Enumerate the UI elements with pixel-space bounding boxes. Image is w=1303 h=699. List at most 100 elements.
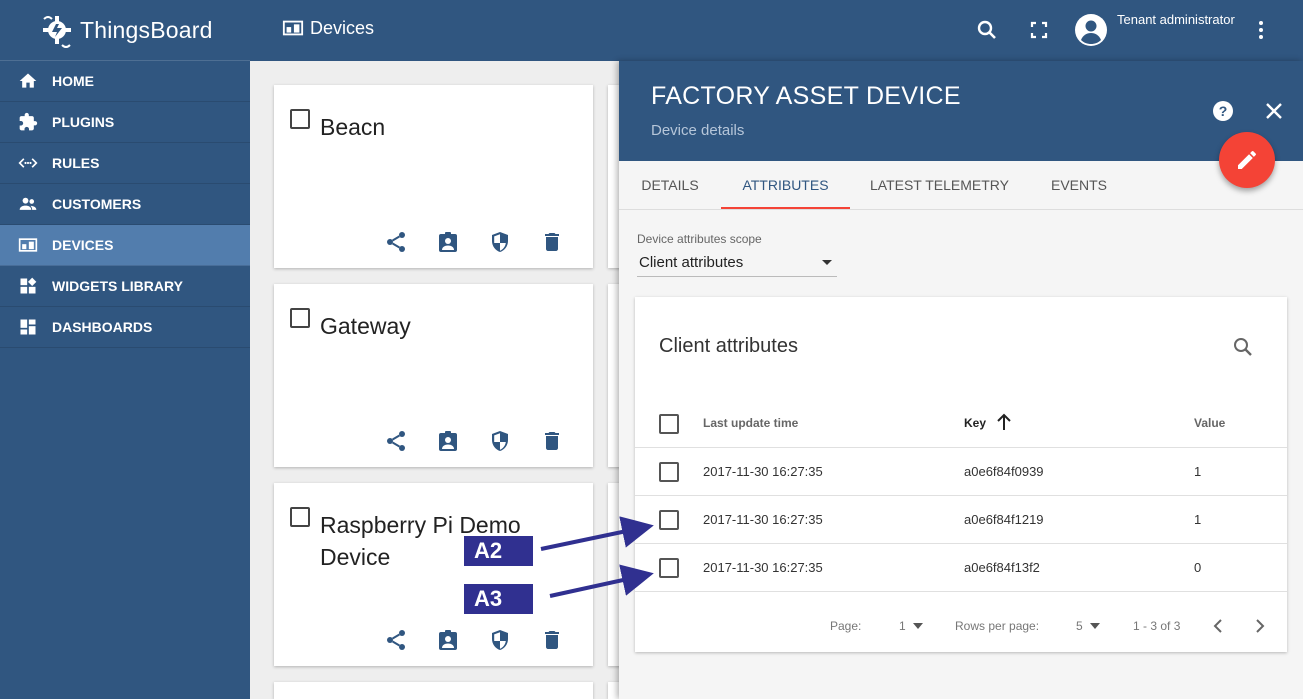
delete-icon[interactable]	[540, 628, 564, 652]
sidebar-item-customers[interactable]: CUSTOMERS	[0, 184, 250, 225]
thingsboard-logo-icon	[38, 11, 76, 49]
app-name: ThingsBoard	[80, 16, 213, 43]
card-checkbox[interactable]	[290, 308, 310, 328]
column-header-value[interactable]: Value	[1194, 416, 1225, 430]
select-all-checkbox[interactable]	[659, 414, 679, 434]
cell-key: a0e6f84f13f2	[964, 560, 1040, 575]
people-icon	[18, 194, 38, 214]
share-icon[interactable]	[384, 230, 408, 254]
scope-select-value: Client attributes	[639, 254, 744, 271]
device-name: Gateway	[320, 313, 411, 339]
sidebar-item-label: PLUGINS	[52, 114, 115, 130]
credentials-shield-icon[interactable]	[488, 628, 512, 652]
code-arrows-icon	[18, 153, 38, 173]
devices-icon	[18, 235, 38, 255]
more-vert-icon[interactable]	[1249, 18, 1273, 42]
attributes-table-card: Client attributes Last update time Key V…	[635, 297, 1287, 652]
home-icon	[18, 71, 38, 91]
panel-tabs: DETAILS ATTRIBUTES LATEST TELEMETRY EVEN…	[619, 161, 1303, 210]
device-card[interactable]: Raspberry Pi Demo Device	[274, 483, 593, 666]
device-details-panel: FACTORY ASSET DEVICE Device details ? DE…	[619, 61, 1303, 699]
card-actions	[384, 628, 592, 652]
assign-customer-icon[interactable]	[436, 230, 460, 254]
annotation-label-a3: A3	[464, 584, 533, 614]
share-icon[interactable]	[384, 429, 408, 453]
sidebar-item-home[interactable]: HOME	[0, 61, 250, 102]
cell-time: 2017-11-30 16:27:35	[703, 560, 823, 575]
device-card[interactable]: Beacn	[274, 85, 593, 268]
panel-subtitle: Device details	[651, 122, 745, 139]
sidebar-item-label: WIDGETS LIBRARY	[52, 278, 183, 294]
sidebar-item-label: DEVICES	[52, 237, 114, 253]
app-logo[interactable]: ThingsBoard	[0, 0, 250, 61]
cell-value: 0	[1194, 560, 1202, 575]
sidebar-item-dashboards[interactable]: DASHBOARDS	[0, 307, 250, 348]
dropdown-arrow-icon[interactable]	[913, 622, 923, 630]
share-icon[interactable]	[384, 628, 408, 652]
assign-customer-icon[interactable]	[436, 628, 460, 652]
table-row[interactable]: 2017-11-30 16:27:35 a0e6f84f0939 1	[635, 448, 1287, 496]
delete-icon[interactable]	[540, 230, 564, 254]
cell-time: 2017-11-30 16:27:35	[703, 464, 823, 479]
scope-label: Device attributes scope	[637, 232, 762, 246]
sidebar-item-widgets-library[interactable]: WIDGETS LIBRARY	[0, 266, 250, 307]
sidebar-item-rules[interactable]: RULES	[0, 143, 250, 184]
scope-select[interactable]: Client attributes	[637, 251, 837, 277]
sidebar-item-devices[interactable]: DEVICES	[0, 225, 250, 266]
page-label: Page:	[830, 619, 862, 633]
tab-events[interactable]: EVENTS	[1029, 161, 1129, 209]
sidebar: ThingsBoard HOME PLUGINS RULES CUSTOMERS…	[0, 0, 250, 699]
devices-icon	[282, 17, 304, 39]
edit-button[interactable]	[1219, 132, 1275, 188]
sidebar-item-plugins[interactable]: PLUGINS	[0, 102, 250, 143]
row-checkbox[interactable]	[659, 558, 679, 578]
table-row[interactable]: 2017-11-30 16:27:35 a0e6f84f1219 1	[635, 496, 1287, 544]
top-header: Devices Tenant administrator	[250, 0, 1303, 61]
sidebar-item-label: DASHBOARDS	[52, 319, 153, 335]
table-row[interactable]: 2017-11-30 16:27:35 a0e6f84f13f2 0	[635, 544, 1287, 592]
pencil-icon	[1235, 148, 1259, 172]
tab-attributes[interactable]: ATTRIBUTES	[721, 161, 850, 209]
card-checkbox[interactable]	[290, 507, 310, 527]
device-card[interactable]	[274, 682, 593, 699]
close-icon[interactable]	[1262, 99, 1286, 123]
cell-time: 2017-11-30 16:27:35	[703, 512, 823, 527]
row-checkbox[interactable]	[659, 510, 679, 530]
delete-icon[interactable]	[540, 429, 564, 453]
page-select[interactable]: 1	[899, 619, 906, 633]
card-actions	[384, 429, 592, 453]
card-actions	[384, 230, 592, 254]
credentials-shield-icon[interactable]	[488, 230, 512, 254]
fullscreen-icon[interactable]	[1027, 18, 1051, 42]
dropdown-arrow-icon[interactable]	[1090, 622, 1100, 630]
dashboard-icon	[18, 317, 38, 337]
svg-text:?: ?	[1219, 103, 1228, 119]
chevron-left-icon[interactable]	[1209, 616, 1229, 636]
cell-key: a0e6f84f1219	[964, 512, 1044, 527]
search-icon[interactable]	[975, 18, 999, 42]
search-icon[interactable]	[1231, 335, 1255, 359]
page-range: 1 - 3 of 3	[1133, 619, 1181, 633]
page-title: Devices	[282, 17, 374, 39]
panel-header: FACTORY ASSET DEVICE Device details ?	[619, 61, 1303, 161]
dropdown-arrow-icon	[821, 256, 833, 268]
avatar[interactable]	[1074, 13, 1108, 47]
widgets-icon	[18, 276, 38, 296]
card-checkbox[interactable]	[290, 109, 310, 129]
sort-arrow-up-icon[interactable]	[994, 412, 1014, 432]
help-icon[interactable]: ?	[1211, 99, 1235, 123]
row-checkbox[interactable]	[659, 462, 679, 482]
credentials-shield-icon[interactable]	[488, 429, 512, 453]
column-header-key[interactable]: Key	[964, 416, 986, 430]
tab-details[interactable]: DETAILS	[619, 161, 721, 209]
device-card[interactable]: Gateway	[274, 284, 593, 467]
assign-customer-icon[interactable]	[436, 429, 460, 453]
user-name[interactable]: Tenant administrator	[1117, 12, 1235, 27]
tab-latest-telemetry[interactable]: LATEST TELEMETRY	[850, 161, 1029, 209]
panel-title: FACTORY ASSET DEVICE	[651, 82, 961, 110]
rows-per-page-label: Rows per page:	[955, 619, 1040, 633]
page-title-text: Devices	[310, 17, 375, 38]
column-header-time[interactable]: Last update time	[703, 416, 798, 430]
rows-per-page-select[interactable]: 5	[1076, 619, 1083, 633]
chevron-right-icon[interactable]	[1249, 616, 1269, 636]
